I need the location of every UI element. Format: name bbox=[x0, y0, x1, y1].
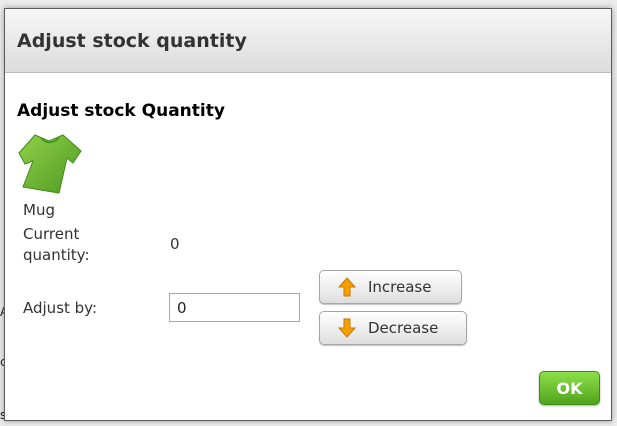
ok-button[interactable]: OK bbox=[539, 371, 600, 405]
adjust-stock-dialog: Adjust stock quantity Adjust stock Quant… bbox=[4, 8, 612, 421]
arrow-down-icon bbox=[338, 318, 356, 338]
dialog-title: Adjust stock quantity bbox=[17, 29, 247, 52]
increase-button[interactable]: Increase bbox=[319, 270, 462, 304]
arrow-up-icon bbox=[338, 277, 356, 297]
adjust-by-label: Adjust by: bbox=[23, 299, 98, 317]
decrease-label: Decrease bbox=[368, 319, 439, 337]
current-quantity-label: Current quantity: bbox=[23, 225, 90, 264]
product-name: Mug bbox=[23, 201, 55, 219]
current-quantity-value: 0 bbox=[170, 235, 180, 253]
section-heading: Adjust stock Quantity bbox=[17, 101, 225, 121]
adjust-by-input[interactable] bbox=[169, 293, 300, 322]
green-tshirt-icon bbox=[18, 134, 82, 194]
decrease-button[interactable]: Decrease bbox=[319, 311, 467, 345]
dialog-titlebar[interactable]: Adjust stock quantity bbox=[5, 9, 611, 73]
increase-label: Increase bbox=[368, 278, 432, 296]
